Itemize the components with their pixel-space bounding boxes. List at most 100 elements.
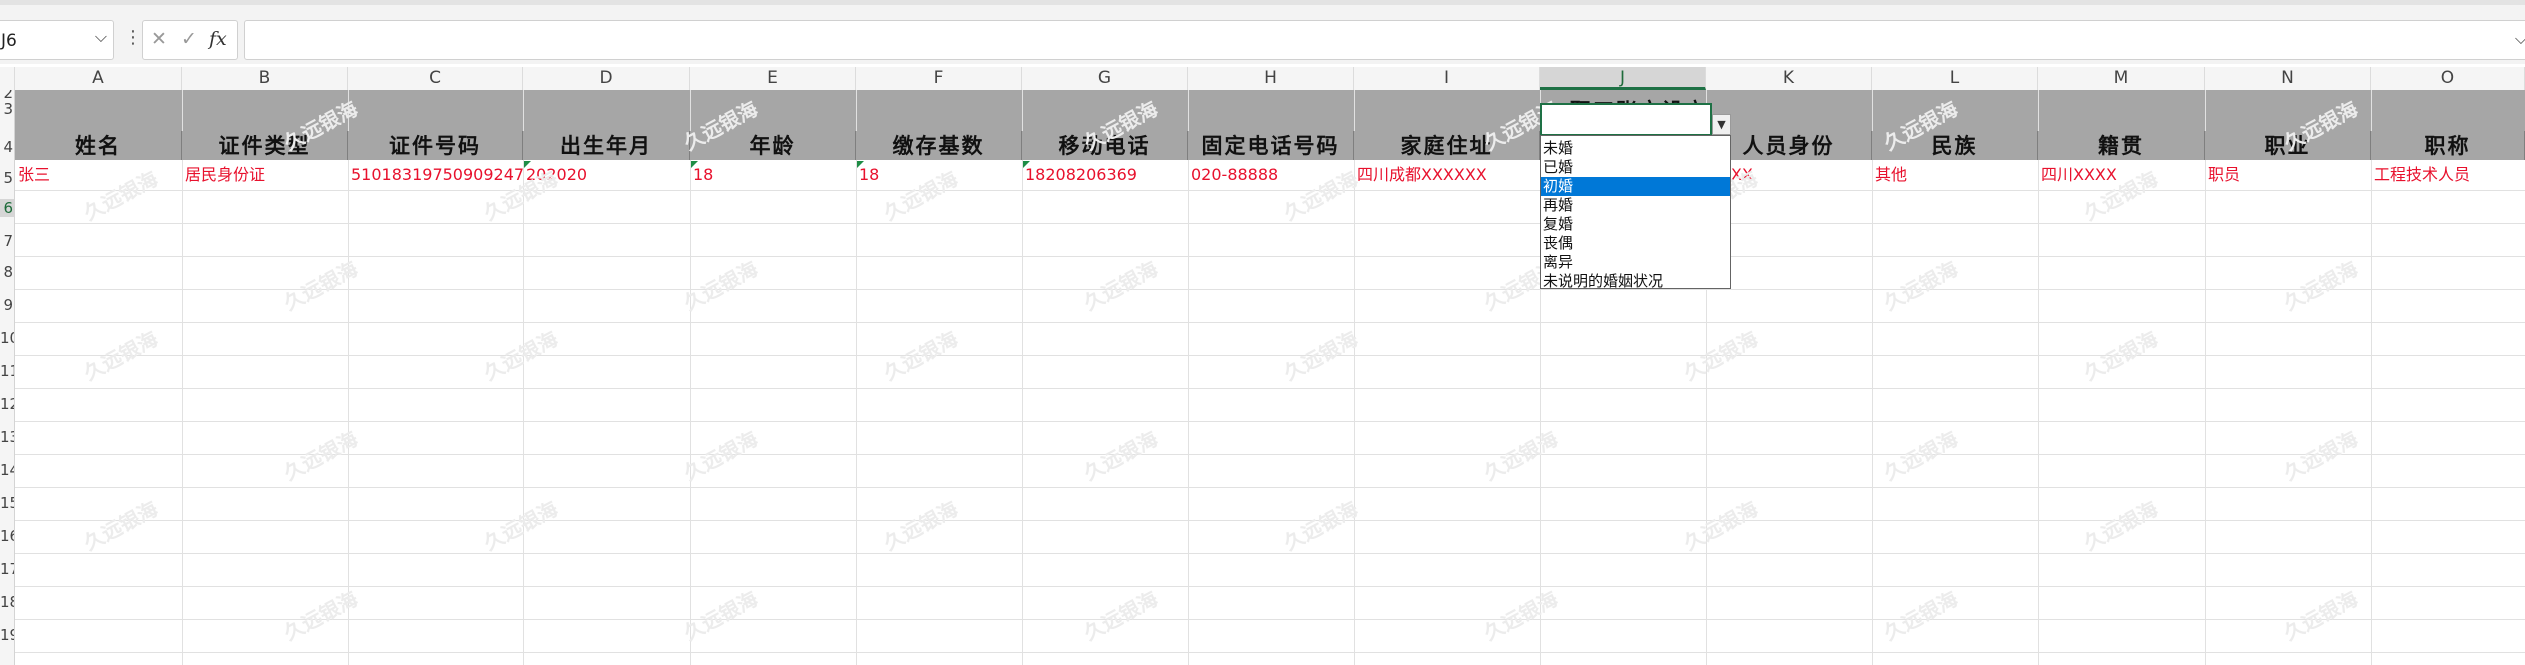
- gridline: [15, 553, 2525, 554]
- record-cell-5[interactable]: 18: [690, 161, 856, 189]
- column-header-j[interactable]: J: [1540, 67, 1706, 90]
- column-header-e[interactable]: E: [690, 67, 856, 90]
- watermark-text: 久远银海: [879, 496, 962, 556]
- record-cell-1[interactable]: 张三: [15, 161, 182, 189]
- number-as-text-indicator[interactable]: [857, 161, 864, 168]
- formula-bar: J6 ⌵ ⋮ ✕ ✓ fx ⌵: [0, 0, 2525, 64]
- dropdown-option[interactable]: 再婚: [1541, 196, 1730, 215]
- row-header-14[interactable]: 14: [0, 461, 14, 479]
- column-header-g[interactable]: G: [1022, 67, 1188, 90]
- dropdown-option[interactable]: 未说明的婚姻状况: [1541, 272, 1730, 291]
- column-title-6[interactable]: 缴存基数: [856, 131, 1022, 160]
- dropdown-option[interactable]: 初婚: [1541, 177, 1730, 196]
- record-cell-7[interactable]: 18208206369: [1022, 161, 1188, 189]
- number-as-text-indicator[interactable]: [1023, 161, 1030, 168]
- title-row: [15, 90, 2525, 131]
- row-header-8[interactable]: 8: [0, 263, 14, 281]
- watermark-text: 久远银海: [1079, 586, 1162, 646]
- row-header-5[interactable]: 5: [0, 169, 14, 187]
- column-header-l[interactable]: L: [1872, 67, 2038, 90]
- column-header-k[interactable]: K: [1706, 67, 1872, 90]
- column-header-n[interactable]: N: [2205, 67, 2371, 90]
- row-header-13[interactable]: 13: [0, 428, 14, 446]
- row-header-15[interactable]: 15: [0, 494, 14, 512]
- worksheet-grid[interactable]: 职工账户设立 姓名证件类型证件号码出生年月年龄缴存基数移动电话固定电话号码家庭住…: [15, 90, 2525, 665]
- dropdown-option[interactable]: 未婚: [1541, 139, 1730, 158]
- column-title-8[interactable]: 固定电话号码: [1188, 131, 1354, 160]
- column-title-5[interactable]: 年龄: [690, 131, 856, 160]
- column-header-f[interactable]: F: [856, 67, 1022, 90]
- row-header-12[interactable]: 12: [0, 395, 14, 413]
- row-header-10[interactable]: 10: [0, 329, 14, 347]
- chevron-down-icon[interactable]: ⌵: [95, 27, 107, 47]
- column-title-7[interactable]: 移动电话: [1022, 131, 1188, 160]
- watermark-text: 久远银海: [2279, 586, 2362, 646]
- row-header-6[interactable]: 6: [0, 199, 14, 217]
- column-title-12[interactable]: 民族: [1872, 131, 2038, 160]
- column-title-1[interactable]: 姓名: [15, 131, 182, 160]
- row-header-19[interactable]: 19: [0, 626, 14, 644]
- row-headers: 2345678910111213141516171819: [0, 90, 15, 665]
- column-header-m[interactable]: M: [2038, 67, 2205, 90]
- expand-formula-icon[interactable]: ⌵: [2515, 29, 2525, 49]
- row-header-9[interactable]: 9: [0, 296, 14, 314]
- record-cell-2[interactable]: 居民身份证: [182, 161, 348, 189]
- column-header-c[interactable]: C: [348, 67, 523, 90]
- watermark-text: 久远银海: [2279, 256, 2362, 316]
- column-title-14[interactable]: 职业: [2205, 131, 2371, 160]
- column-header-d[interactable]: D: [523, 67, 690, 90]
- column-header-o[interactable]: O: [2371, 67, 2525, 90]
- gridline: [15, 520, 2525, 521]
- dropdown-option[interactable]: 离异: [1541, 253, 1730, 272]
- dropdown-option[interactable]: 复婚: [1541, 215, 1730, 234]
- record-cell-13[interactable]: 四川XXXX: [2038, 161, 2205, 189]
- row-header-11[interactable]: 11: [0, 362, 14, 380]
- column-title-4[interactable]: 出生年月: [523, 131, 690, 160]
- number-as-text-indicator[interactable]: [524, 161, 531, 168]
- formula-input[interactable]: ⌵: [244, 20, 2525, 60]
- column-headers: ABCDEFGHIJKLMNO: [0, 67, 2525, 91]
- record-cell-9[interactable]: 四川成都XXXXXX: [1354, 161, 1540, 189]
- cancel-icon[interactable]: ✕: [151, 28, 167, 50]
- row-header-3[interactable]: 3: [0, 100, 14, 118]
- column-title-13[interactable]: 籍贯: [2038, 131, 2205, 160]
- more-options-icon[interactable]: ⋮: [124, 27, 142, 48]
- number-as-text-indicator[interactable]: [691, 161, 698, 168]
- column-header-i[interactable]: I: [1354, 67, 1540, 90]
- dropdown-option[interactable]: 丧偶: [1541, 234, 1730, 253]
- gridline: [15, 256, 2525, 257]
- column-header-a[interactable]: A: [15, 67, 182, 90]
- record-cell-14[interactable]: 职员: [2205, 161, 2371, 189]
- formula-buttons: ✕ ✓ fx: [142, 20, 238, 60]
- row-header-7[interactable]: 7: [0, 232, 14, 250]
- record-cell-8[interactable]: 020-88888: [1188, 161, 1354, 189]
- row-header-18[interactable]: 18: [0, 593, 14, 611]
- dropdown-arrow-icon[interactable]: ▼: [1712, 114, 1731, 135]
- watermark-text: 久远银海: [1679, 496, 1762, 556]
- marital-status-dropdown[interactable]: 未婚 已婚 初婚 再婚 复婚 丧偶 离异 未说明的婚姻状况: [1540, 135, 1731, 291]
- row-header-16[interactable]: 16: [0, 527, 14, 545]
- record-cell-12[interactable]: 其他: [1872, 161, 2038, 189]
- row-header-17[interactable]: 17: [0, 560, 14, 578]
- record-cell-6[interactable]: 18: [856, 161, 1022, 189]
- insert-function-icon[interactable]: fx: [209, 28, 227, 50]
- gridline: [15, 652, 2525, 653]
- dropdown-option[interactable]: 已婚: [1541, 158, 1730, 177]
- active-cell[interactable]: [1540, 103, 1712, 136]
- name-box[interactable]: J6 ⌵: [0, 20, 114, 60]
- record-cell-3[interactable]: 51018319750909247X: [348, 161, 523, 189]
- column-title-3[interactable]: 证件号码: [348, 131, 523, 160]
- column-title-2[interactable]: 证件类型: [182, 131, 348, 160]
- column-title-9[interactable]: 家庭住址: [1354, 131, 1540, 160]
- select-all-corner[interactable]: [0, 67, 15, 90]
- check-icon[interactable]: ✓: [181, 28, 197, 50]
- record-cell-4[interactable]: 202020: [523, 161, 690, 189]
- record-cell-15[interactable]: 工程技术人员: [2371, 161, 2525, 189]
- column-header-b[interactable]: B: [182, 67, 348, 90]
- watermark-text: 久远银海: [1079, 256, 1162, 316]
- watermark-text: 久远银海: [1479, 586, 1562, 646]
- column-header-h[interactable]: H: [1188, 67, 1354, 90]
- row-header-4[interactable]: 4: [0, 138, 14, 156]
- watermark-text: 久远银海: [1879, 256, 1962, 316]
- column-title-15[interactable]: 职称: [2371, 131, 2525, 160]
